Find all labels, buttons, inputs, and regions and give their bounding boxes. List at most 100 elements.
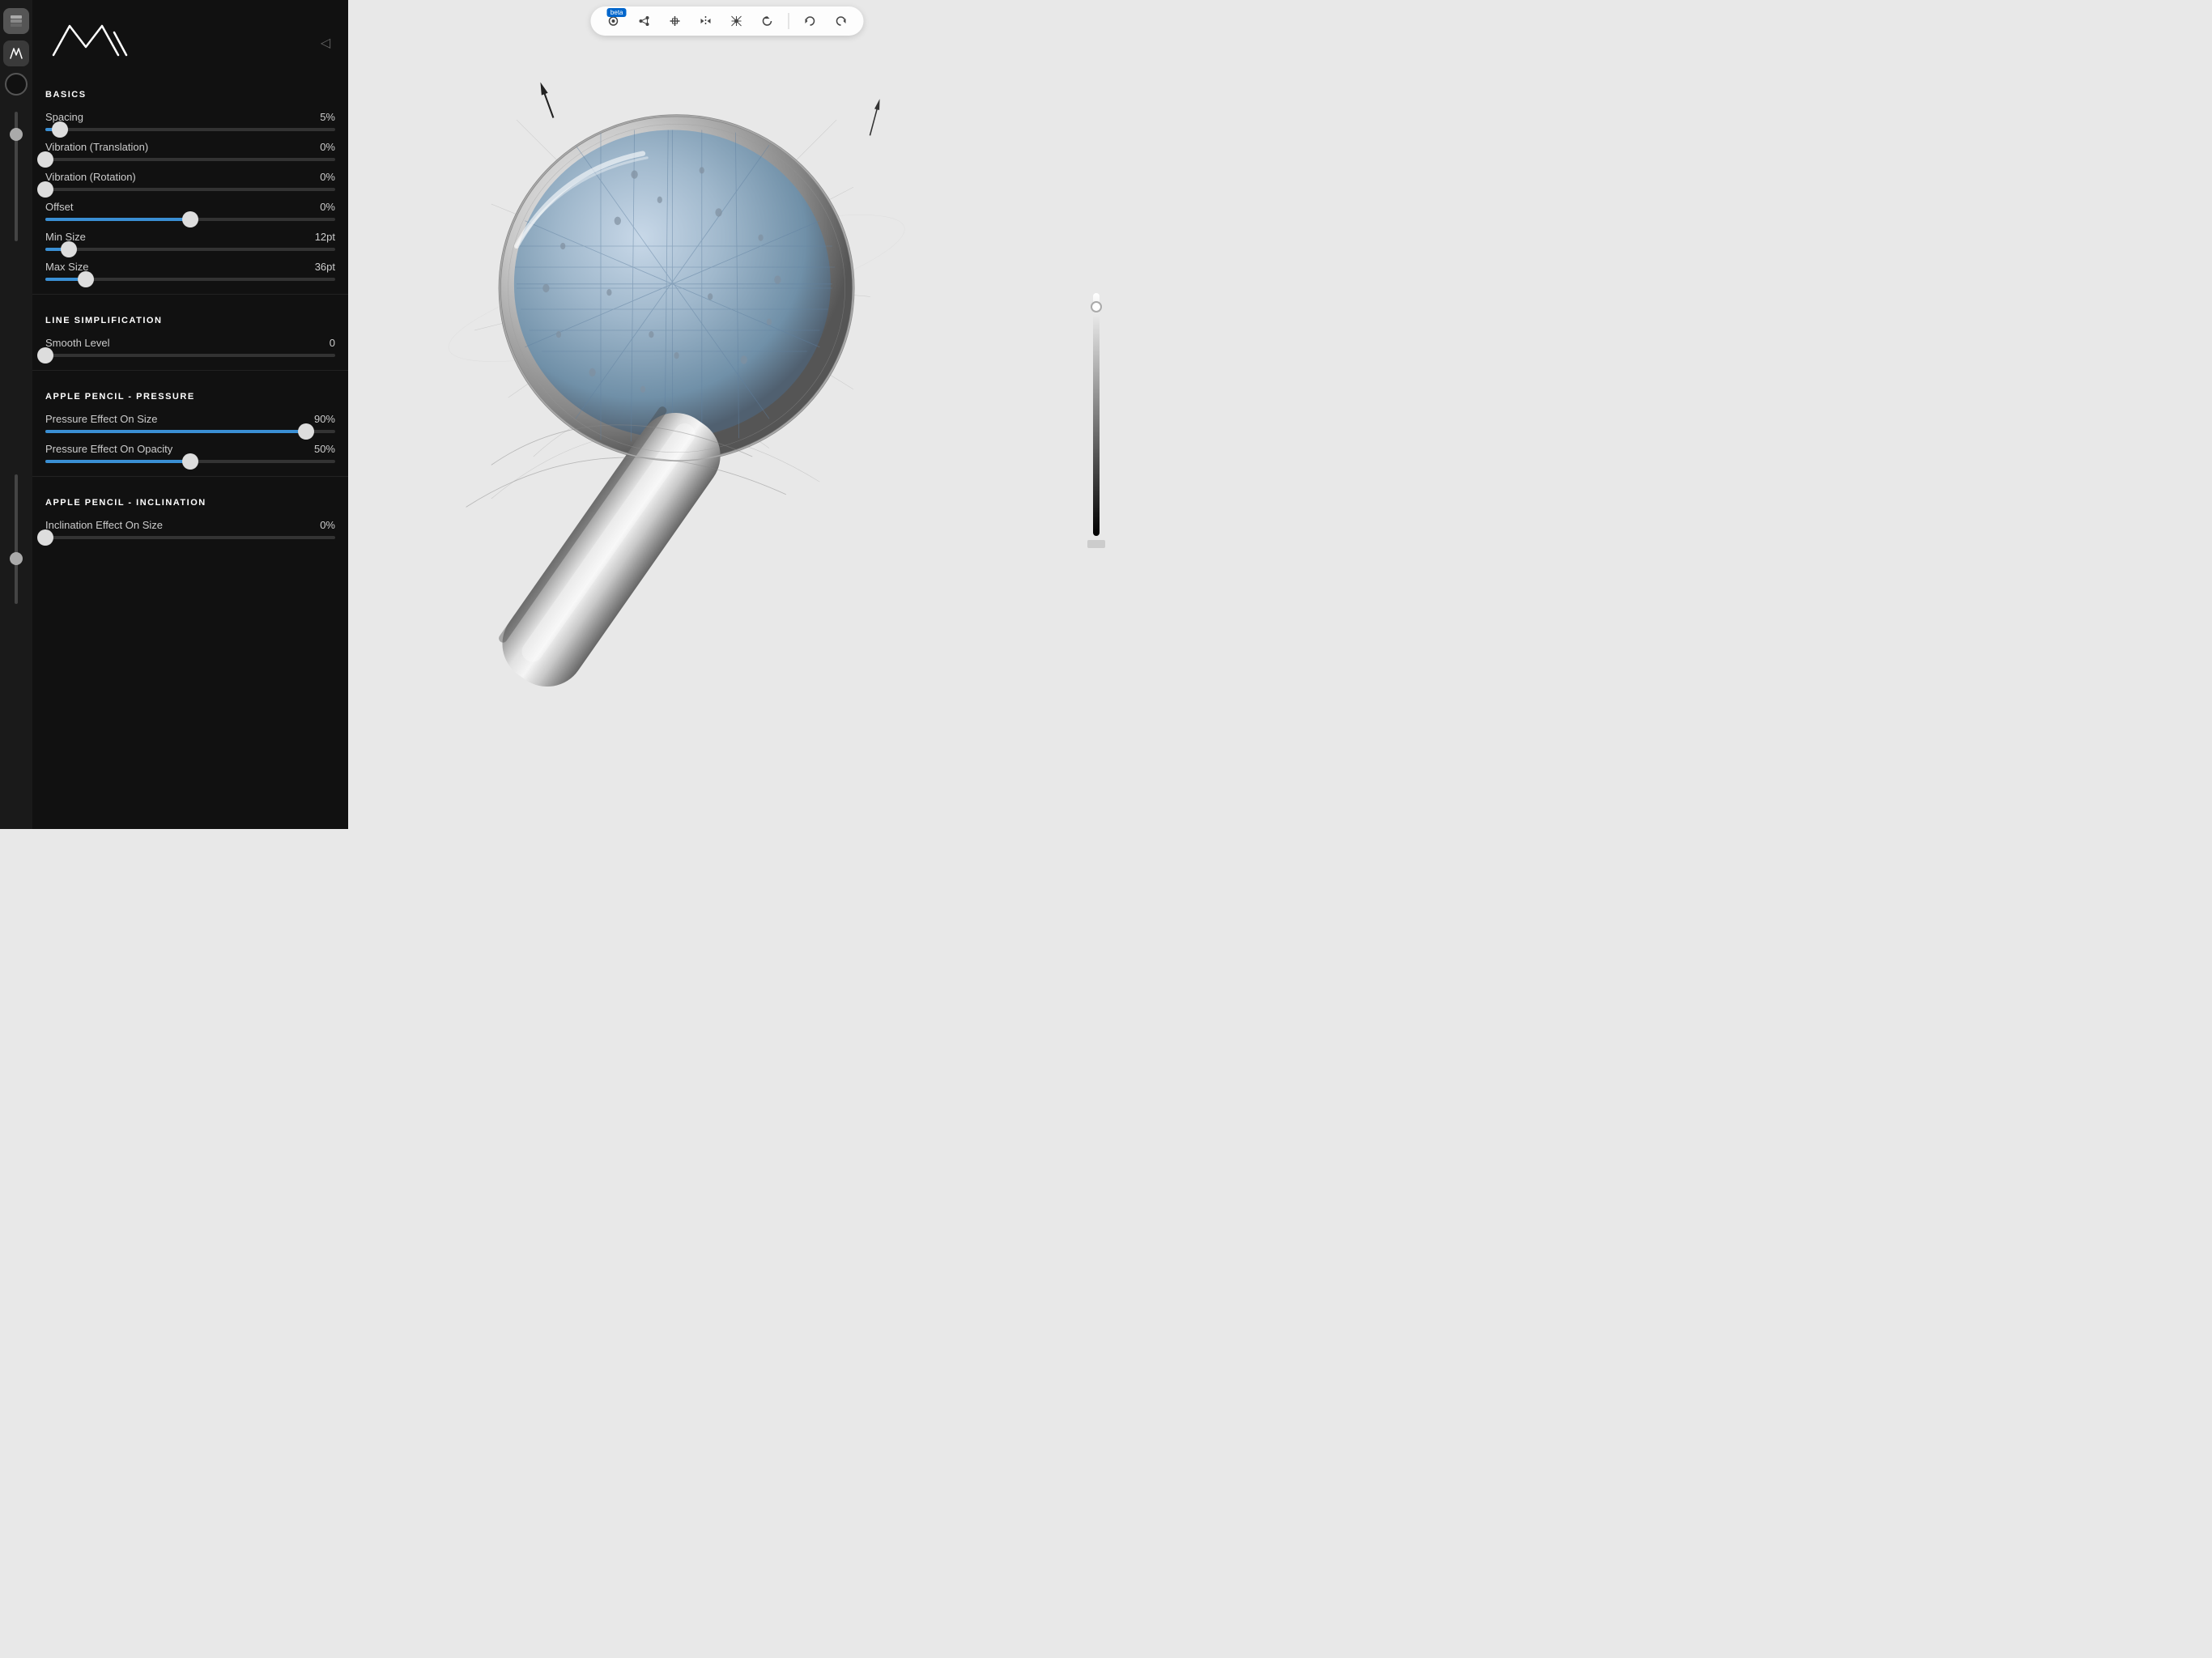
pressure-size-fill [45, 430, 306, 433]
pressure-size-label-row: Pressure Effect On Size 90% [45, 413, 335, 425]
pen-tool-container: beta [604, 11, 623, 31]
min-size-track[interactable] [45, 248, 335, 251]
max-size-value: 36pt [315, 261, 335, 273]
offset-track[interactable] [45, 218, 335, 221]
redo-button[interactable] [832, 11, 851, 31]
opacity-thumb[interactable] [10, 128, 23, 141]
pressure-size-slider-row: Pressure Effect On Size 90% [32, 408, 348, 438]
basics-title: BASICS [32, 77, 348, 106]
rotate-tool-button[interactable] [758, 11, 777, 31]
min-size-slider-row: Min Size 12pt [32, 226, 348, 256]
panel-collapse-button[interactable]: ◁ [316, 33, 335, 53]
size-thumb[interactable] [10, 552, 23, 565]
min-size-label-row: Min Size 12pt [45, 231, 335, 243]
pressure-opacity-fill [45, 460, 190, 463]
pressure-opacity-track[interactable] [45, 460, 335, 463]
canvas-illustration [348, 0, 1106, 829]
inclination-size-track[interactable] [45, 536, 335, 539]
vibration-translation-label: Vibration (Translation) [45, 141, 148, 153]
symmetry-tool-button[interactable] [727, 11, 747, 31]
vibration-rotation-track[interactable] [45, 188, 335, 191]
canvas-area[interactable]: beta [348, 0, 1106, 829]
color-swatch[interactable] [5, 73, 28, 96]
vibration-translation-thumb[interactable] [37, 151, 53, 168]
divider-2 [32, 370, 348, 371]
vibration-rotation-slider-row: Vibration (Rotation) 0% [32, 166, 348, 196]
undo-button[interactable] [801, 11, 820, 31]
offset-label: Offset [45, 201, 73, 213]
left-sidebar [0, 0, 32, 829]
offset-value: 0% [320, 201, 335, 213]
color-gradient-track[interactable] [1093, 293, 1100, 536]
pressure-size-label: Pressure Effect On Size [45, 413, 158, 425]
pressure-size-value: 90% [314, 413, 335, 425]
transform-tool-button[interactable] [666, 11, 685, 31]
vibration-translation-slider-row: Vibration (Translation) 0% [32, 136, 348, 166]
size-track [15, 474, 18, 604]
pressure-opacity-value: 50% [314, 443, 335, 455]
divider-1 [32, 294, 348, 295]
apple-pencil-pressure-section: APPLE PENCIL - PRESSURE Pressure Effect … [32, 379, 348, 468]
smooth-level-slider-row: Smooth Level 0 [32, 332, 348, 362]
min-size-value: 12pt [315, 231, 335, 243]
cursor-arrow-1 [538, 81, 557, 119]
line-simplification-title: LINE SIMPLIFICATION [32, 303, 348, 332]
spacing-label-row: Spacing 5% [45, 111, 335, 123]
node-tool-button[interactable] [635, 11, 654, 31]
cursor-arrow-2 [867, 98, 882, 136]
line-simplification-section: LINE SIMPLIFICATION Smooth Level 0 [32, 303, 348, 362]
spacing-value: 5% [320, 111, 335, 123]
smooth-level-value: 0 [330, 337, 335, 349]
size-slider-container [15, 465, 18, 821]
basics-section: BASICS Spacing 5% Vibration (Translation… [32, 77, 348, 286]
vibration-translation-value: 0% [320, 141, 335, 153]
min-size-thumb[interactable] [61, 241, 77, 257]
panel-header: ◁ [32, 0, 348, 77]
apple-pencil-pressure-title: APPLE PENCIL - PRESSURE [32, 379, 348, 408]
vibration-rotation-label-row: Vibration (Rotation) 0% [45, 171, 335, 183]
inclination-size-thumb[interactable] [37, 529, 53, 546]
mirror-tool-button[interactable] [696, 11, 716, 31]
offset-fill [45, 218, 190, 221]
color-slider-white-thumb[interactable] [1091, 301, 1102, 312]
vibration-rotation-label: Vibration (Rotation) [45, 171, 136, 183]
smooth-level-track[interactable] [45, 354, 335, 357]
layers-icon[interactable] [3, 8, 29, 34]
spacing-track[interactable] [45, 128, 335, 131]
smooth-level-label: Smooth Level [45, 337, 110, 349]
max-size-track[interactable] [45, 278, 335, 281]
inclination-size-slider-row: Inclination Effect On Size 0% [32, 514, 348, 544]
pressure-opacity-label: Pressure Effect On Opacity [45, 443, 172, 455]
max-size-slider-row: Max Size 36pt [32, 256, 348, 286]
offset-thumb[interactable] [182, 211, 198, 227]
shower-svg [348, 0, 1106, 829]
pressure-opacity-thumb[interactable] [182, 453, 198, 470]
pressure-opacity-slider-row: Pressure Effect On Opacity 50% [32, 438, 348, 468]
vibration-rotation-thumb[interactable] [37, 181, 53, 198]
right-color-slider[interactable] [1093, 293, 1100, 536]
inclination-size-value: 0% [320, 519, 335, 531]
vibration-translation-label-row: Vibration (Translation) 0% [45, 141, 335, 153]
opacity-slider-container [15, 102, 18, 458]
inclination-size-label-row: Inclination Effect On Size 0% [45, 519, 335, 531]
opacity-track [15, 112, 18, 241]
spacing-thumb[interactable] [52, 121, 68, 138]
pressure-size-thumb[interactable] [298, 423, 314, 440]
vibration-translation-track[interactable] [45, 158, 335, 161]
spacing-slider-row: Spacing 5% [32, 106, 348, 136]
divider-3 [32, 476, 348, 477]
max-size-thumb[interactable] [78, 271, 94, 287]
smooth-level-thumb[interactable] [37, 347, 53, 363]
apple-pencil-inclination-title: APPLE PENCIL - INCLINATION [32, 485, 348, 514]
color-slider-bottom-thumb[interactable] [1087, 540, 1105, 548]
panel-logo [45, 16, 175, 69]
offset-slider-row: Offset 0% [32, 196, 348, 226]
apple-pencil-inclination-section: APPLE PENCIL - INCLINATION Inclination E… [32, 485, 348, 544]
vectornator-logo-icon[interactable] [3, 40, 29, 66]
vibration-rotation-value: 0% [320, 171, 335, 183]
inclination-size-label: Inclination Effect On Size [45, 519, 163, 531]
pressure-size-track[interactable] [45, 430, 335, 433]
settings-panel: ◁ BASICS Spacing 5% Vibration (Translati… [32, 0, 348, 829]
top-toolbar: beta [591, 6, 864, 36]
smooth-level-label-row: Smooth Level 0 [45, 337, 335, 349]
